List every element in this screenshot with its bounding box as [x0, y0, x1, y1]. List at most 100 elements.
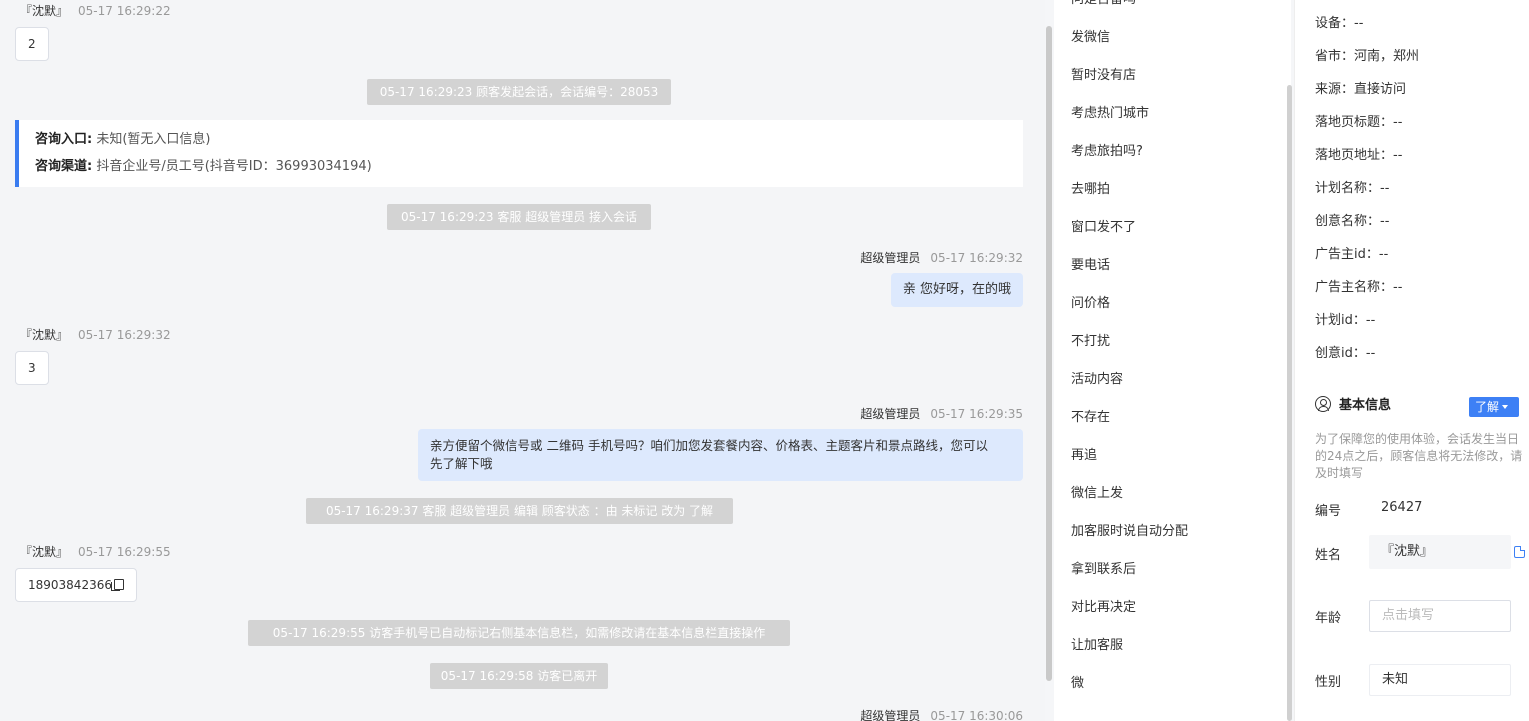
name-field[interactable]: 『沈默』	[1369, 535, 1511, 569]
field-label: 计划名称：	[1315, 181, 1381, 196]
quick-reply-item[interactable]: 微	[1071, 674, 1084, 694]
age-input[interactable]: 点击填写	[1369, 600, 1511, 632]
customer-message-bubble: 2	[15, 27, 49, 61]
field-value: 直接访问	[1354, 82, 1407, 97]
message-meta: 超级管理员 05-17 16:30:06	[860, 707, 1023, 721]
edit-deadline-note: 为了保障您的使用体验，会话发生当日的24点之后，顾客信息将无法修改，请及时填写	[1315, 432, 1523, 480]
agent-message-bubble: 亲方便留个微信号或 二维码 手机号吗？咱们加您发套餐内容、价格表、主题客片和景点…	[418, 429, 1023, 481]
consult-source-card: 咨询入口: 未知(暂无入口信息) 咨询渠道: 抖音企业号/员工号(抖音号ID：3…	[15, 120, 1023, 187]
quick-reply-item[interactable]: 让加客服	[1071, 636, 1123, 656]
quick-reply-scrollbar[interactable]	[1287, 85, 1292, 721]
id-label: 编号	[1315, 504, 1342, 519]
sender-name: 超级管理员	[860, 709, 921, 721]
user-circle-icon	[1315, 396, 1331, 412]
quick-reply-item[interactable]: 对比再决定	[1071, 598, 1136, 618]
info-row-region: 省市：河南，郑州	[1315, 48, 1419, 66]
quick-reply-item[interactable]: 发微信	[1071, 28, 1110, 48]
system-notice: 05-17 16:29:58 访客已离开	[430, 663, 608, 689]
caret-down-icon	[1502, 405, 1509, 409]
quick-reply-item[interactable]: 活动内容	[1071, 370, 1123, 390]
chat-scrollbar[interactable]	[1046, 26, 1052, 681]
id-value: 26427	[1381, 500, 1423, 515]
field-label: 创意名称：	[1315, 214, 1381, 229]
entry-value: 未知(暂无入口信息)	[96, 132, 211, 147]
gender-select[interactable]: 未知	[1369, 664, 1511, 696]
quick-reply-item[interactable]: 问是否留吗	[1071, 0, 1136, 10]
sender-name: 超级管理员	[860, 251, 921, 265]
message-meta: 『沈默』 05-17 16:29:55	[20, 543, 171, 560]
field-value: --	[1393, 280, 1403, 295]
message-meta: 超级管理员 05-17 16:29:35	[860, 405, 1023, 422]
field-label: 来源：	[1315, 82, 1355, 97]
customer-status-dropdown[interactable]: 了解	[1469, 397, 1519, 417]
field-label: 广告主id：	[1315, 247, 1379, 262]
status-label: 了解	[1475, 400, 1500, 414]
system-notice: 05-17 16:29:55 访客手机号已自动标记右侧基本信息栏，如需修改请在基…	[248, 620, 790, 646]
field-label: 设备：	[1315, 16, 1355, 31]
system-notice: 05-17 16:29:23 顾客发起会话，会话编号：28053	[367, 79, 671, 105]
quick-reply-item[interactable]: 窗口发不了	[1071, 218, 1136, 238]
info-row-creative-name: 创意名称：--	[1315, 213, 1389, 231]
field-value: --	[1365, 313, 1376, 328]
customer-message-bubble: 3	[15, 351, 49, 385]
message-meta: 『沈默』 05-17 16:29:22	[20, 2, 171, 19]
info-row-advertiser-name: 广告主名称：--	[1315, 279, 1402, 297]
system-notice: 05-17 16:29:37 客服 超级管理员 编辑 顾客状态 ：由 未标记 改…	[306, 498, 733, 524]
info-row-advertiser-id: 广告主id：--	[1315, 246, 1388, 264]
sender-name: 超级管理员	[860, 407, 921, 421]
field-value: --	[1380, 214, 1390, 229]
basic-info-header: 基本信息	[1315, 396, 1391, 416]
field-value: --	[1365, 346, 1376, 361]
quick-reply-item[interactable]: 问价格	[1071, 294, 1110, 314]
field-value: 河南，郑州	[1354, 49, 1420, 64]
info-row-plan-name: 计划名称：--	[1315, 180, 1389, 198]
quick-reply-item[interactable]: 要电话	[1071, 256, 1110, 276]
field-label: 落地页标题：	[1315, 115, 1394, 130]
channel-value: 抖音企业号/员工号(抖音号ID：36993034194)	[96, 159, 372, 174]
quick-reply-item[interactable]: 微信上发	[1071, 484, 1123, 504]
sender-name: 『沈默』	[20, 328, 69, 342]
copy-icon[interactable]	[110, 579, 124, 591]
info-row-plan-id: 计划id：--	[1315, 312, 1375, 330]
field-value: --	[1378, 247, 1389, 262]
field-value: --	[1354, 16, 1364, 31]
field-value: --	[1393, 148, 1403, 163]
quick-reply-item[interactable]: 再追	[1071, 446, 1097, 466]
quick-reply-item[interactable]: 去哪拍	[1071, 180, 1110, 200]
quick-reply-item[interactable]: 加客服时说自动分配	[1071, 522, 1188, 542]
customer-message-bubble: 18903842366	[15, 568, 137, 602]
info-row-source: 来源：直接访问	[1315, 81, 1406, 99]
entry-label: 咨询入口:	[35, 132, 93, 147]
message-time: 05-17 16:29:32	[78, 328, 171, 342]
info-row-creative-id: 创意id：--	[1315, 345, 1375, 363]
message-time: 05-17 16:29:32	[930, 251, 1023, 265]
quick-reply-item[interactable]: 暂时没有店	[1071, 66, 1136, 86]
system-notice: 05-17 16:29:23 客服 超级管理员 接入会话	[387, 204, 651, 230]
message-meta: 『沈默』 05-17 16:29:32	[20, 326, 171, 343]
message-meta: 超级管理员 05-17 16:29:32	[860, 249, 1023, 266]
info-row-landing-url: 落地页地址：--	[1315, 147, 1402, 165]
info-row-landing-title: 落地页标题：--	[1315, 114, 1402, 132]
edit-icon[interactable]	[1514, 546, 1525, 558]
channel-label: 咨询渠道:	[35, 159, 93, 174]
message-line: 先了解下哦	[430, 456, 493, 471]
gender-label: 性别	[1315, 675, 1342, 690]
age-label: 年龄	[1315, 611, 1342, 626]
message-time: 05-17 16:29:35	[930, 407, 1023, 421]
chat-pane[interactable]: 『沈默』 05-17 16:29:22 2 05-17 16:29:23 顾客发起…	[0, 0, 1045, 721]
quick-reply-item[interactable]: 不存在	[1071, 408, 1110, 428]
message-time: 05-17 16:30:06	[930, 709, 1023, 721]
quick-reply-item[interactable]: 不打扰	[1071, 332, 1110, 352]
agent-message-bubble: 亲 您好呀，在的哦	[890, 273, 1023, 307]
phone-number: 18903842366	[28, 578, 112, 592]
field-label: 省市：	[1315, 49, 1355, 64]
quick-reply-item[interactable]: 拿到联系后	[1071, 560, 1136, 580]
field-label: 计划id：	[1315, 313, 1366, 328]
sender-name: 『沈默』	[20, 545, 69, 559]
field-value: --	[1393, 115, 1403, 130]
quick-reply-item[interactable]: 考虑热门城市	[1071, 104, 1149, 124]
name-label: 姓名	[1315, 548, 1342, 563]
sender-name: 『沈默』	[20, 4, 69, 18]
quick-reply-item[interactable]: 考虑旅拍吗?	[1071, 142, 1143, 162]
quick-reply-list: 问是否留吗 发微信 暂时没有店 考虑热门城市 考虑旅拍吗? 去哪拍 窗口发不了 …	[1054, 0, 1291, 721]
